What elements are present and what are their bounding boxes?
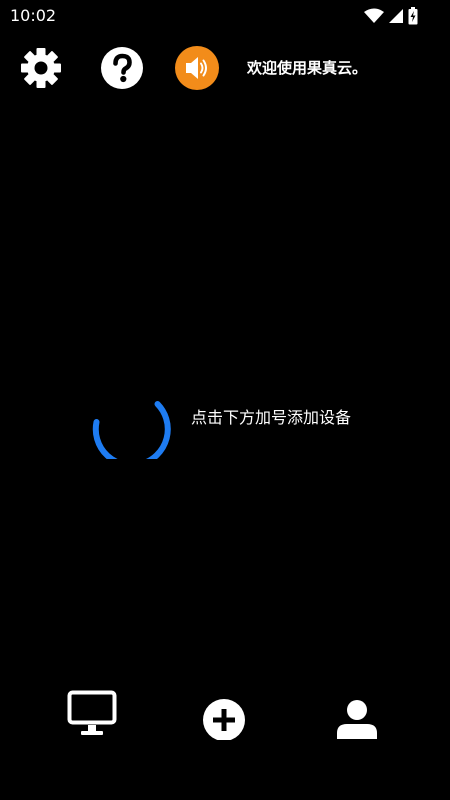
top-toolbar: 欢迎使用果真云。	[0, 44, 450, 92]
wifi-icon	[364, 8, 384, 23]
battery-charging-icon	[408, 7, 418, 25]
help-button[interactable]	[100, 46, 144, 90]
gear-icon	[21, 48, 61, 88]
welcome-text: 欢迎使用果真云。	[247, 59, 368, 77]
sound-toggle-button[interactable]	[175, 46, 219, 90]
add-device-hint: 点击下方加号添加设备	[191, 408, 352, 427]
monitor-icon	[67, 690, 117, 735]
help-icon	[101, 47, 143, 89]
settings-button[interactable]	[19, 46, 63, 90]
nav-account-button[interactable]	[331, 688, 383, 740]
empty-state: 点击下方加号添加设备	[0, 360, 450, 470]
status-icons	[364, 7, 418, 25]
nav-devices-button[interactable]	[66, 688, 118, 740]
cell-signal-icon	[389, 9, 403, 23]
add-device-button[interactable]	[198, 688, 250, 741]
status-time: 10:02	[10, 6, 57, 25]
status-bar: 10:02	[0, 0, 450, 32]
loading-spinner-icon	[92, 401, 171, 459]
speaker-icon	[175, 46, 219, 90]
add-circle-icon	[203, 699, 245, 741]
person-icon	[337, 700, 377, 739]
bottom-nav	[0, 680, 450, 750]
